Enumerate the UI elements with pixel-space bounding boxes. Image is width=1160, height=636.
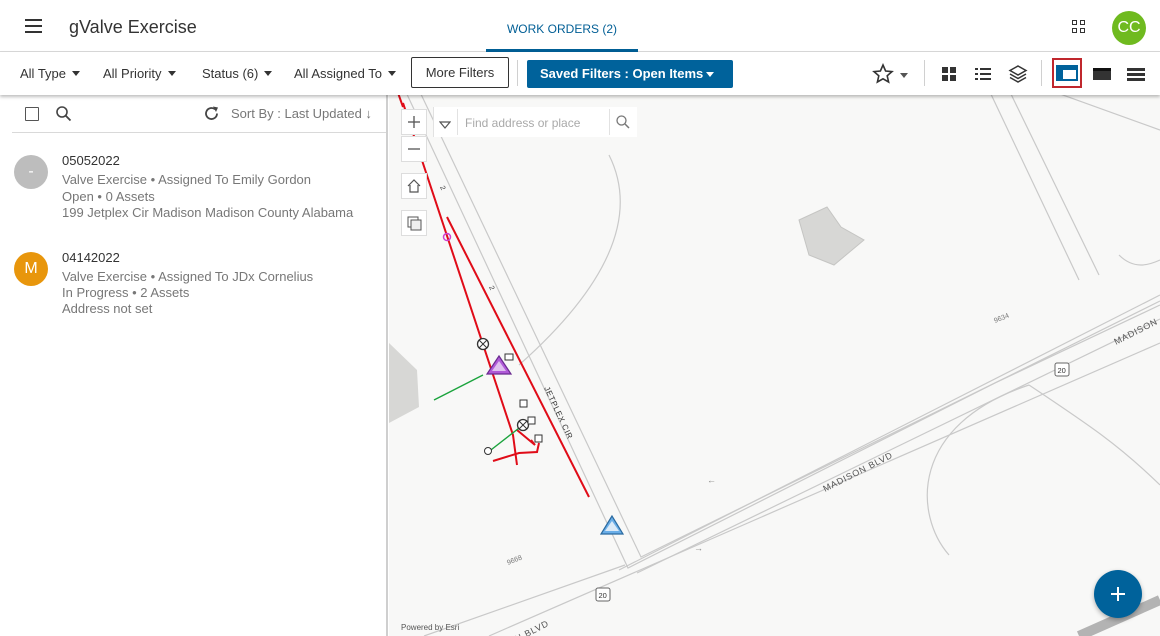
- valve-marker[interactable]: [516, 418, 530, 432]
- building-footprint: [389, 343, 419, 423]
- divider: [457, 109, 458, 135]
- map-canvas[interactable]: 2 2 ← → MADISON BLVD N BLVD MADISON JETP…: [389, 95, 1160, 636]
- star-icon: [872, 62, 908, 84]
- esri-attribution: Powered by Esri: [401, 623, 460, 632]
- saved-filters-label: Saved Filters : Open Items: [540, 66, 704, 81]
- work-order-address: Address not set: [62, 301, 153, 316]
- app-title: gValve Exercise: [69, 17, 197, 37]
- fitting-marker[interactable]: [534, 434, 543, 443]
- zoom-out-button[interactable]: [401, 136, 427, 162]
- arrow-down-icon: ↓: [365, 106, 372, 121]
- work-order-avatar: M: [14, 252, 48, 286]
- tab-work-orders[interactable]: WORK ORDERS (2): [486, 0, 638, 52]
- type-filter-dropdown[interactable]: All Type: [20, 66, 81, 81]
- search-icon[interactable]: [55, 105, 73, 123]
- route-shield-label: 20: [1058, 366, 1066, 375]
- user-avatar[interactable]: CC: [1112, 11, 1146, 45]
- chevron-down-icon: [72, 71, 81, 76]
- assigned-filter-label: All Assigned To: [294, 66, 382, 81]
- basemap-gallery-icon: [407, 216, 422, 231]
- divider: [609, 109, 610, 135]
- select-all-checkbox[interactable]: [25, 107, 39, 121]
- zoom-in-button[interactable]: [401, 109, 427, 135]
- status-filter-dropdown[interactable]: Status (6): [202, 66, 273, 81]
- map-view[interactable]: 2 2 ← → MADISON BLVD N BLVD MADISON JETP…: [389, 95, 1160, 636]
- svg-text:←: ←: [707, 475, 716, 485]
- sort-by-label: Sort By : Last Updated: [231, 106, 362, 121]
- list-view-icon[interactable]: [974, 66, 992, 82]
- layers-icon[interactable]: [1008, 64, 1028, 84]
- sort-by-dropdown[interactable]: Sort By : Last Updated ↓: [231, 106, 372, 121]
- fitting-marker[interactable]: [527, 416, 536, 425]
- parcel-label: 9668: [506, 554, 523, 566]
- source-dropdown-icon[interactable]: [438, 117, 452, 129]
- work-order-id: 05052022: [62, 153, 120, 168]
- chevron-down-icon: [387, 71, 396, 76]
- road-label: MADISON BLVD: [821, 450, 894, 494]
- work-order-summary: Valve Exercise • Assigned To JDx Corneli…: [62, 269, 314, 284]
- work-order-item[interactable]: M 04142022 Valve Exercise • Assigned To …: [0, 244, 386, 338]
- type-filter-label: All Type: [20, 66, 67, 81]
- app-header: gValve Exercise WORK ORDERS (2) CC: [0, 0, 1160, 52]
- plus-icon: [408, 116, 420, 128]
- divider: [12, 132, 386, 133]
- hamburger-menu-icon[interactable]: [24, 18, 44, 34]
- valve-marker[interactable]: [476, 337, 490, 351]
- table-view-icon[interactable]: [1126, 66, 1146, 82]
- work-order-item[interactable]: - 05052022 Valve Exercise • Assigned To …: [0, 147, 386, 241]
- saved-filters-button[interactable]: Saved Filters : Open Items: [527, 60, 733, 88]
- work-order-status: Open • 0 Assets: [62, 189, 155, 204]
- work-order-list-panel: Sort By : Last Updated ↓ - 05052022 Valv…: [0, 95, 388, 636]
- split-view-button[interactable]: [1052, 58, 1082, 88]
- fitting-marker[interactable]: [519, 399, 528, 408]
- parcel-label: 9634: [993, 312, 1010, 324]
- grid-view-icon[interactable]: [941, 66, 957, 82]
- toolbar-divider: [924, 60, 925, 86]
- road-label: N BLVD: [513, 618, 550, 636]
- apps-grid-icon[interactable]: [1072, 20, 1086, 34]
- priority-filter-dropdown[interactable]: All Priority: [103, 66, 176, 81]
- svg-text:→: →: [694, 543, 703, 553]
- assigned-filter-dropdown[interactable]: All Assigned To: [294, 66, 396, 81]
- more-filters-button[interactable]: More Filters: [411, 57, 509, 88]
- basemap-toggle-button[interactable]: [401, 210, 427, 236]
- work-order-address: 199 Jetplex Cir Madison Madison County A…: [62, 205, 354, 220]
- map-view-icon[interactable]: [1092, 66, 1112, 82]
- route-shield-label: 20: [599, 591, 607, 600]
- work-order-status: In Progress • 2 Assets: [62, 285, 190, 300]
- svg-text:2: 2: [438, 185, 446, 192]
- work-order-pin-icon[interactable]: [599, 514, 625, 535]
- svg-text:2: 2: [487, 285, 495, 292]
- chevron-down-icon: [264, 71, 273, 76]
- address-search-input[interactable]: [465, 114, 605, 132]
- search-icon[interactable]: [615, 114, 631, 130]
- work-order-summary: Valve Exercise • Assigned To Emily Gordo…: [62, 172, 312, 187]
- list-toolbar: Sort By : Last Updated ↓: [0, 95, 386, 133]
- status-filter-label: Status (6): [202, 66, 259, 81]
- split-view-icon: [1056, 65, 1078, 81]
- work-order-id: 04142022: [62, 250, 120, 265]
- priority-filter-label: All Priority: [103, 66, 162, 81]
- chevron-down-icon: [706, 72, 714, 77]
- filter-toolbar: All Type All Priority Status (6) All Ass…: [0, 52, 1160, 95]
- work-order-marker[interactable]: [504, 353, 514, 361]
- toolbar-divider: [517, 60, 518, 86]
- refresh-icon[interactable]: [203, 105, 220, 122]
- building-footprint: [798, 206, 865, 266]
- minus-icon: [408, 148, 420, 150]
- add-work-order-button[interactable]: [1094, 570, 1142, 618]
- home-icon: [407, 179, 421, 193]
- toolbar-divider: [1041, 60, 1042, 86]
- chevron-down-icon: [167, 71, 176, 76]
- meter-marker[interactable]: [484, 447, 492, 455]
- favorites-star-dropdown[interactable]: [872, 62, 912, 85]
- home-button[interactable]: [401, 173, 427, 199]
- work-order-avatar: -: [14, 155, 48, 189]
